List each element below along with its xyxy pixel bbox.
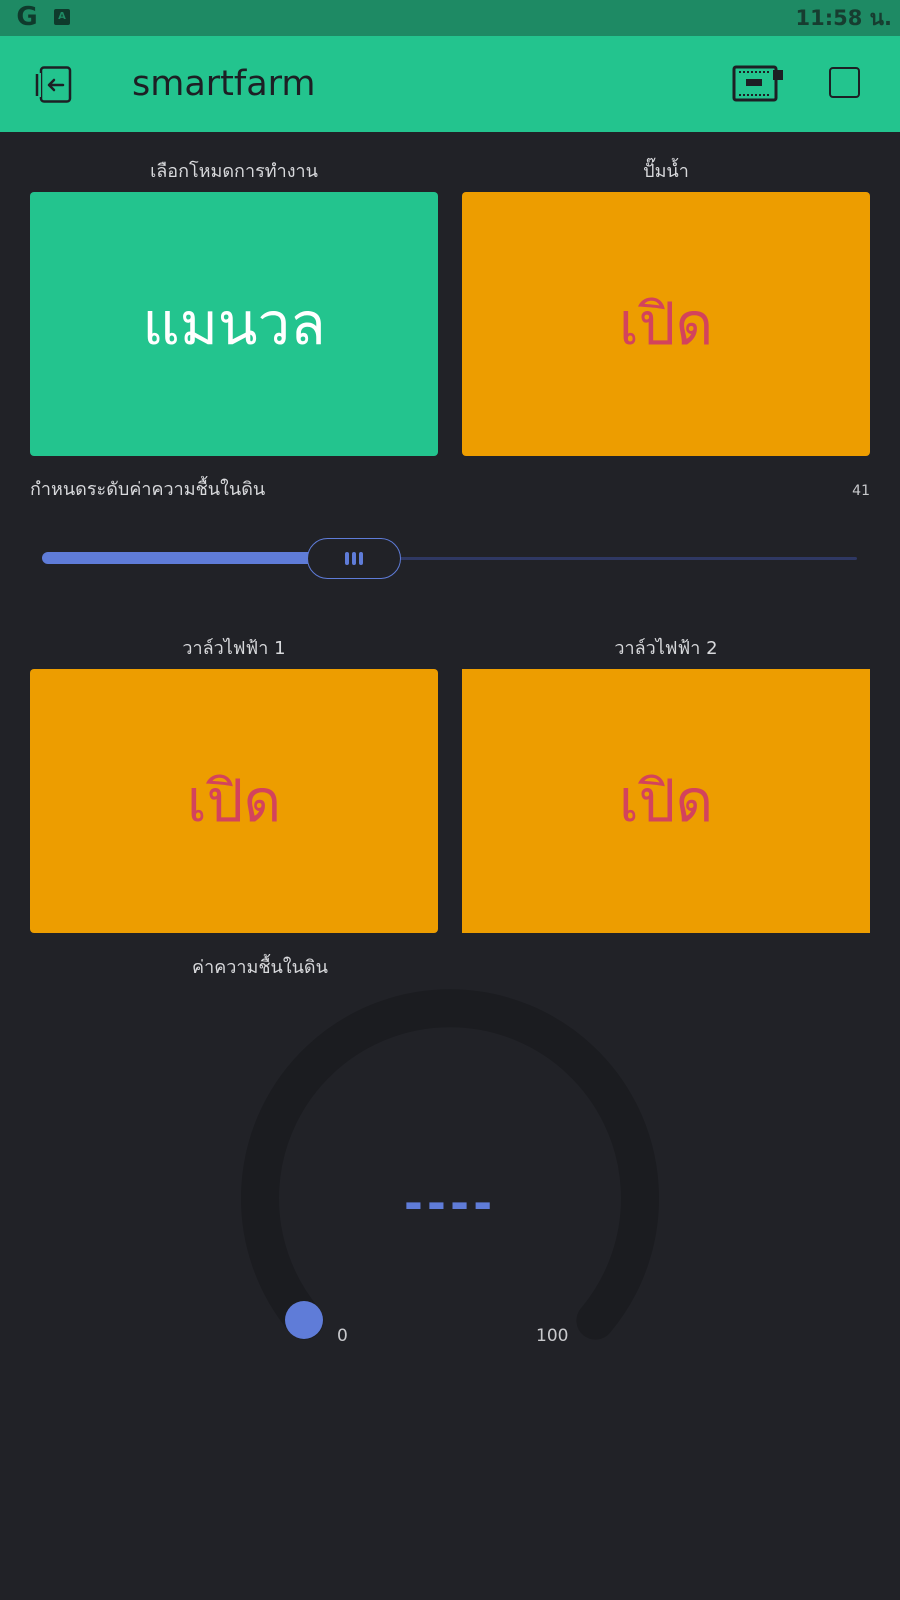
gauge-track bbox=[241, 989, 659, 1340]
gauge bbox=[241, 989, 659, 1340]
gauge-max: 100 bbox=[536, 1326, 569, 1346]
gauge-value: ---- bbox=[403, 1176, 497, 1230]
gauge-indicator bbox=[285, 1301, 323, 1339]
gauge-min: 0 bbox=[337, 1326, 348, 1346]
